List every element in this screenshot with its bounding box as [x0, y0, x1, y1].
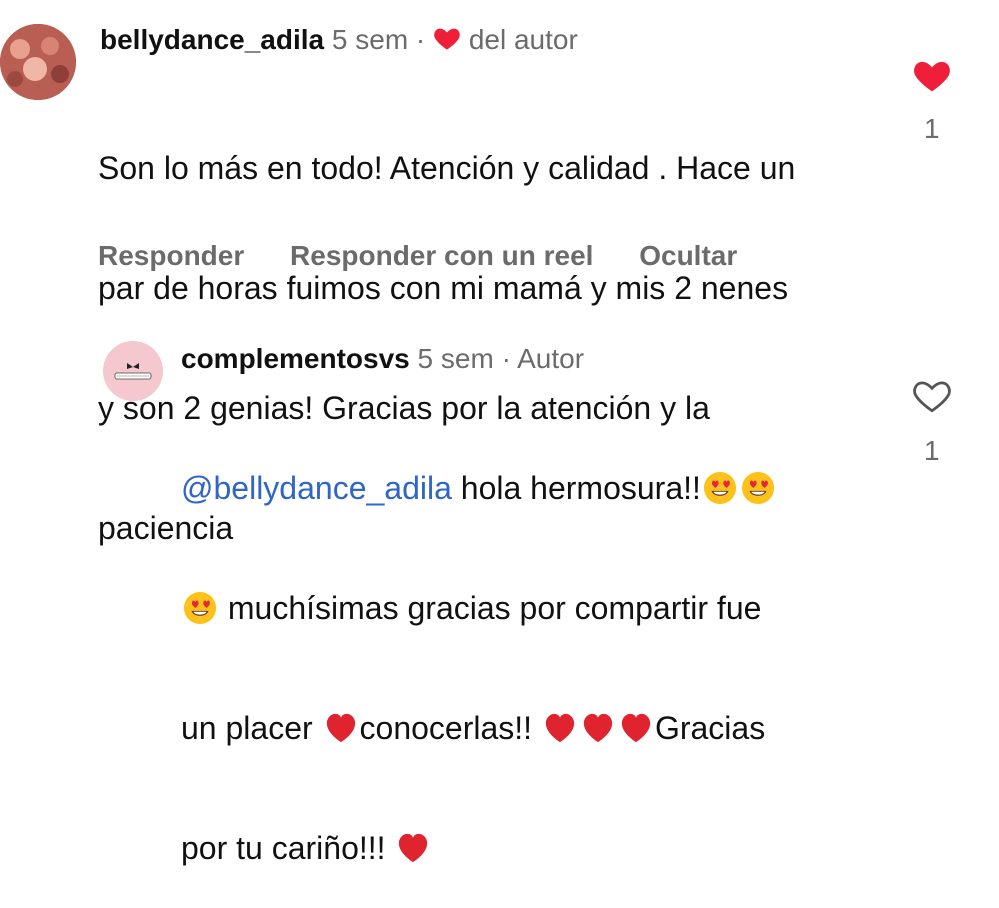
comment-text-segment: muchísimas gracias por compartir fue — [219, 590, 762, 626]
comment-text-segment: Gracias — [654, 710, 766, 746]
comment-text-segment: hola hermosura!! — [451, 470, 701, 506]
like-count[interactable]: 1 — [924, 113, 940, 145]
heart-filled-icon — [914, 61, 950, 92]
reply-button[interactable]: Responder — [98, 240, 244, 271]
comment-text-segment: un placer — [181, 710, 322, 746]
timestamp: 5 sem — [417, 343, 494, 374]
red-heart-emoji — [545, 713, 575, 743]
comment-line: muchísimas gracias por compartir fue — [181, 588, 777, 628]
comment-line: Son lo más en todo! Atención y calidad .… — [98, 150, 796, 186]
heart-filled-icon — [433, 25, 461, 59]
like-button[interactable] — [912, 57, 952, 98]
avatar[interactable] — [103, 341, 163, 401]
comment-meta: complementosvs 5 sem · Autor — [181, 342, 584, 376]
separator: · — [501, 343, 511, 374]
red-heart-emoji — [399, 833, 428, 863]
red-heart-emoji — [621, 713, 651, 743]
comment-text-segment: por tu cariño!!! — [181, 830, 395, 866]
reply-with-reel-button[interactable]: Responder con un reel — [290, 240, 593, 271]
heart-eyes-emoji — [741, 471, 774, 505]
like-count[interactable]: 1 — [924, 435, 940, 467]
avatar-logo — [103, 341, 163, 401]
red-heart-emoji — [326, 713, 355, 743]
author-label: Autor — [517, 343, 585, 374]
timestamp: 5 sem — [331, 24, 409, 55]
red-heart-emoji — [583, 713, 613, 743]
username[interactable]: bellydance_adila — [100, 24, 324, 55]
comment-body: @bellydance_adila hola hermosura!! muchí… — [181, 388, 777, 908]
comment-meta: bellydance_adila 5 sem · del autor — [100, 23, 578, 59]
comment-line: @bellydance_adila hola hermosura!! — [181, 468, 777, 508]
hide-button[interactable]: Ocultar — [639, 240, 737, 271]
heart-eyes-emoji — [703, 471, 736, 505]
heart-eyes-emoji — [183, 591, 217, 625]
comment-line: un placer conocerlas!! Gracias — [181, 708, 777, 748]
liked-by-author-label: del autor — [468, 24, 578, 55]
comment-line: par de horas fuimos con mi mamá y mis 2 … — [98, 270, 789, 306]
separator: · — [415, 24, 426, 55]
comment-text-segment: conocerlas!! — [359, 710, 541, 746]
heart-outline-icon — [913, 381, 951, 413]
avatar-image — [0, 24, 76, 100]
avatar[interactable] — [0, 24, 76, 100]
comment-actions: Responder Responder con un reel Ocultar — [98, 240, 775, 272]
username[interactable]: complementosvs — [181, 343, 410, 374]
mention-link[interactable]: @bellydance_adila — [181, 470, 452, 506]
comment-line: por tu cariño!!! — [181, 828, 777, 868]
like-button[interactable] — [912, 378, 952, 419]
